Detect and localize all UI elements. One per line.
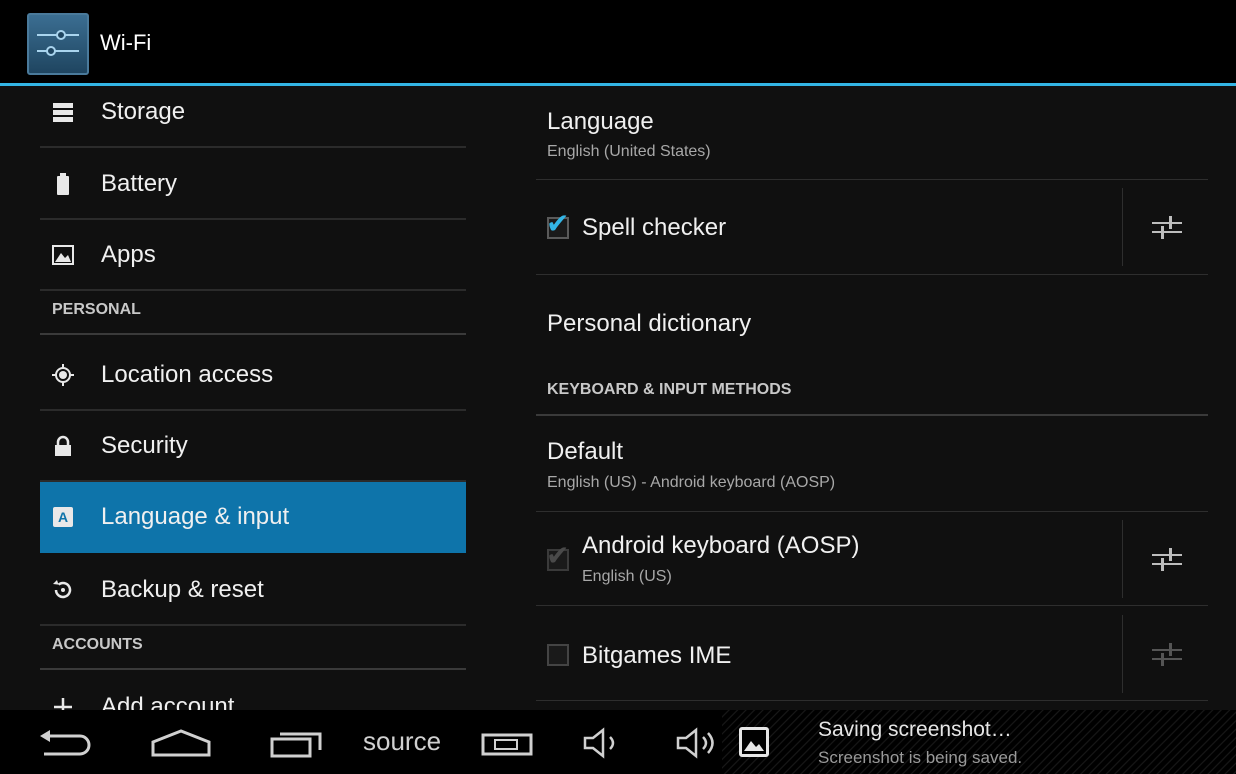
language-input-settings: Language English (United States) ✔ Spell…: [536, 86, 1208, 710]
checkmark-icon: ✔: [546, 540, 570, 571]
bitgames-ime-settings-button[interactable]: [1122, 615, 1208, 693]
section-header-personal: PERSONAL: [40, 293, 466, 335]
screenshot-notification[interactable]: Saving screenshot… Screenshot is being s…: [722, 710, 1236, 774]
back-icon: [40, 730, 91, 756]
section-header-label: KEYBOARD & INPUT METHODS: [547, 381, 792, 398]
sliders-icon: [37, 30, 79, 56]
source-button[interactable]: source: [363, 726, 441, 757]
add-icon: [54, 697, 72, 710]
volume-down-icon: [583, 727, 615, 759]
bitgames-ime-checkbox[interactable]: [547, 644, 569, 666]
sidebar-item-storage[interactable]: Storage: [40, 86, 466, 148]
notification-title: Saving screenshot…: [818, 718, 1012, 741]
svg-text:A: A: [58, 509, 68, 525]
android-keyboard-settings-button[interactable]: [1122, 520, 1208, 598]
preference-summary: English (US) - Android keyboard (AOSP): [547, 474, 836, 491]
recents-icon: [270, 732, 322, 758]
volume-up-icon: [676, 727, 714, 759]
home-icon: [151, 729, 211, 757]
preference-title: Language: [547, 108, 654, 135]
spell-checker-checkbox[interactable]: ✔: [546, 210, 569, 239]
sidebar-item-apps[interactable]: Apps: [40, 220, 466, 291]
sidebar-item-label: Add account: [101, 692, 235, 711]
settings-app-icon[interactable]: [27, 13, 89, 75]
sidebar-item-label: Language & input: [101, 502, 290, 530]
sidebar-item-label: Location access: [101, 360, 274, 388]
sidebar-item-language-input[interactable]: A Language & input: [40, 482, 466, 553]
preference-summary: English (United States): [547, 143, 711, 160]
back-button[interactable]: [38, 730, 94, 763]
settings-sliders-icon: [1152, 548, 1182, 571]
system-navigation-bar: source Saving screenshot… Screenshot is …: [0, 710, 1236, 774]
backup-icon: [53, 579, 72, 598]
sidebar-item-label: Apps: [101, 240, 156, 268]
settings-sliders-icon: [1152, 216, 1182, 239]
checkmark-icon: ✔: [546, 208, 570, 239]
spell-checker-settings-button[interactable]: [1122, 188, 1208, 266]
action-bar: Wi-Fi: [0, 0, 1236, 86]
storage-icon: [53, 102, 73, 122]
battery-icon: [57, 172, 69, 195]
sidebar-item-label: Backup & reset: [101, 575, 264, 603]
sidebar-item-location-access[interactable]: Location access: [40, 340, 466, 411]
section-header-keyboard-input-methods: KEYBOARD & INPUT METHODS: [536, 380, 1208, 416]
preference-title: Personal dictionary: [547, 310, 752, 337]
volume-down-button[interactable]: [583, 727, 623, 764]
preference-title: Android keyboard (AOSP): [582, 532, 860, 559]
android-keyboard-checkbox[interactable]: ✔: [546, 542, 569, 571]
app-title: Wi-Fi: [100, 30, 152, 55]
location-icon: [52, 363, 74, 386]
screenshot-button[interactable]: [481, 732, 533, 761]
settings-content: Storage Battery Apps PERSONAL Location a…: [0, 86, 1236, 710]
sidebar-item-label: Battery: [101, 169, 178, 197]
camera-icon: [481, 733, 533, 756]
preference-summary: English (US): [582, 568, 672, 585]
preference-title: Default: [547, 438, 624, 465]
android-keyboard-preference[interactable]: ✔ Android keyboard (AOSP) English (US): [536, 512, 1208, 606]
sidebar-item-backup-reset[interactable]: Backup & reset: [40, 555, 466, 626]
spell-checker-preference[interactable]: ✔ Spell checker: [536, 180, 1208, 275]
lock-icon: [55, 435, 71, 456]
sidebar-item-add-account[interactable]: Add account: [40, 672, 466, 710]
default-keyboard-preference[interactable]: Default English (US) - Android keyboard …: [536, 418, 1208, 512]
section-header-label: ACCOUNTS: [52, 636, 143, 653]
home-button[interactable]: [150, 728, 212, 763]
personal-dictionary-preference[interactable]: Personal dictionary: [536, 275, 1208, 363]
settings-sliders-icon: [1152, 643, 1182, 666]
sidebar-item-label: Security: [101, 431, 188, 459]
language-preference[interactable]: Language English (United States): [536, 86, 1208, 180]
volume-up-button[interactable]: [676, 727, 720, 764]
sidebar-item-label: Storage: [101, 97, 186, 125]
recents-button[interactable]: [270, 728, 324, 763]
settings-sidebar: Storage Battery Apps PERSONAL Location a…: [40, 86, 466, 710]
notification-subtitle: Screenshot is being saved.: [818, 748, 1023, 767]
picture-glyph: [744, 741, 764, 751]
section-header-accounts: ACCOUNTS: [40, 628, 466, 670]
picture-icon: [739, 727, 769, 757]
preference-title: Spell checker: [582, 214, 727, 241]
sidebar-item-battery[interactable]: Battery: [40, 149, 466, 220]
preference-title: Bitgames IME: [582, 642, 732, 669]
apps-icon: [52, 244, 74, 265]
language-icon: A: [53, 506, 73, 527]
section-header-label: PERSONAL: [52, 301, 141, 318]
bitgames-ime-preference[interactable]: Bitgames IME: [536, 606, 1208, 701]
sidebar-item-security[interactable]: Security: [40, 411, 466, 482]
